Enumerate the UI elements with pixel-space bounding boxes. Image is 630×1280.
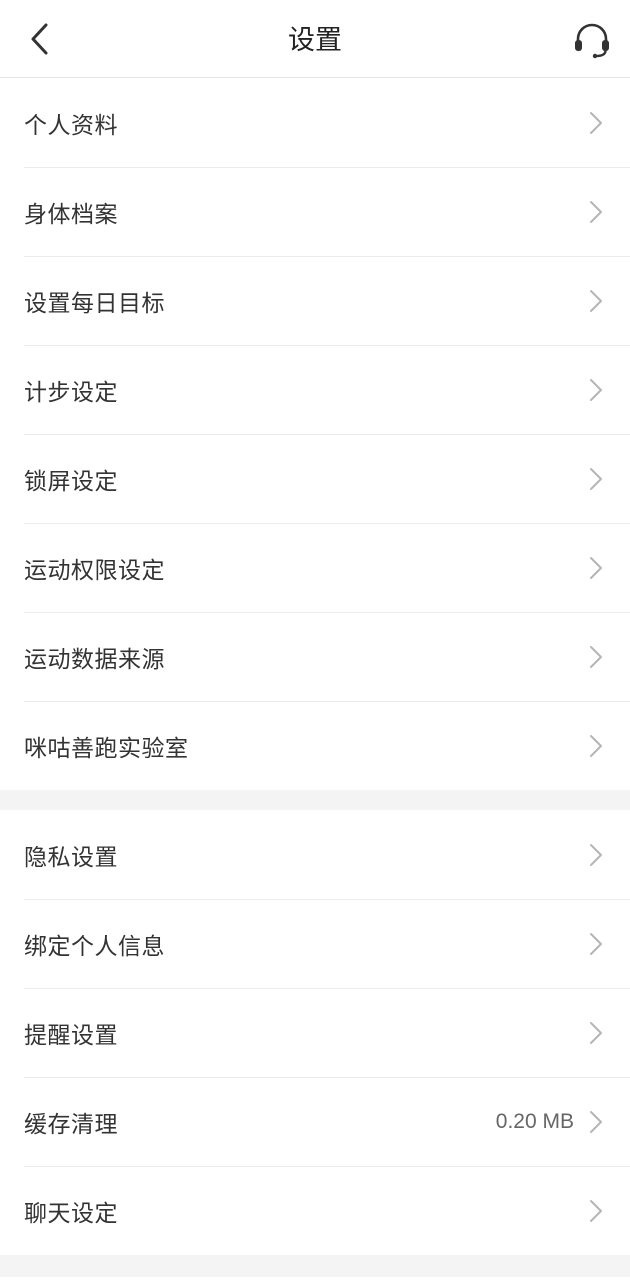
chevron-right-icon bbox=[588, 1109, 604, 1135]
settings-item-label: 聊天设定 bbox=[24, 1200, 118, 1227]
settings-item-label: 计步设定 bbox=[24, 379, 118, 406]
settings-group-general: 个人资料 身体档案 设置每日目标 计步设定 锁屏设定 运动权限设定 运动数据来源… bbox=[0, 78, 630, 790]
cache-size-value: 0.20 MB bbox=[495, 1109, 574, 1133]
settings-item-label: 运动权限设定 bbox=[24, 557, 165, 584]
settings-item-clear-cache[interactable]: 缓存清理 0.20 MB bbox=[24, 1077, 630, 1166]
top-navigation-bar: 设置 bbox=[0, 0, 630, 78]
settings-item-lock-screen[interactable]: 锁屏设定 bbox=[24, 434, 630, 523]
settings-item-chat[interactable]: 聊天设定 bbox=[24, 1166, 630, 1255]
section-divider bbox=[0, 1255, 630, 1277]
settings-item-label: 咪咕善跑实验室 bbox=[24, 735, 189, 762]
chevron-right-icon bbox=[588, 1020, 604, 1046]
settings-item-label: 绑定个人信息 bbox=[24, 933, 165, 960]
settings-item-lab[interactable]: 咪咕善跑实验室 bbox=[24, 701, 630, 790]
headset-icon bbox=[575, 23, 609, 59]
settings-item-label: 个人资料 bbox=[24, 112, 118, 139]
settings-item-label: 缓存清理 bbox=[24, 1111, 118, 1138]
settings-item-label: 身体档案 bbox=[24, 201, 118, 228]
chevron-right-icon bbox=[588, 199, 604, 225]
chevron-right-icon bbox=[588, 644, 604, 670]
chevron-right-icon bbox=[588, 842, 604, 868]
chevron-right-icon bbox=[588, 555, 604, 581]
section-divider bbox=[0, 790, 630, 810]
settings-item-data-source[interactable]: 运动数据来源 bbox=[24, 612, 630, 701]
settings-item-reminders[interactable]: 提醒设置 bbox=[24, 988, 630, 1077]
settings-item-exercise-permissions[interactable]: 运动权限设定 bbox=[24, 523, 630, 612]
chevron-right-icon bbox=[588, 288, 604, 314]
settings-item-label: 设置每日目标 bbox=[24, 290, 165, 317]
chevron-right-icon bbox=[588, 466, 604, 492]
chevron-right-icon bbox=[588, 377, 604, 403]
settings-item-label: 提醒设置 bbox=[24, 1022, 118, 1049]
customer-service-button[interactable] bbox=[570, 19, 614, 61]
settings-item-bind-info[interactable]: 绑定个人信息 bbox=[24, 899, 630, 988]
settings-item-body-records[interactable]: 身体档案 bbox=[24, 167, 630, 256]
chevron-right-icon bbox=[588, 931, 604, 957]
settings-item-label: 隐私设置 bbox=[24, 844, 118, 871]
chevron-right-icon bbox=[588, 1198, 604, 1224]
chevron-right-icon bbox=[588, 733, 604, 759]
settings-item-label: 锁屏设定 bbox=[24, 468, 118, 495]
settings-item-privacy[interactable]: 隐私设置 bbox=[24, 810, 630, 899]
settings-item-label: 运动数据来源 bbox=[24, 646, 165, 673]
settings-item-daily-goal[interactable]: 设置每日目标 bbox=[24, 256, 630, 345]
settings-item-step-counter[interactable]: 计步设定 bbox=[24, 345, 630, 434]
settings-item-profile[interactable]: 个人资料 bbox=[24, 78, 630, 167]
chevron-right-icon bbox=[588, 110, 604, 136]
settings-group-account: 隐私设置 绑定个人信息 提醒设置 缓存清理 0.20 MB 聊天设定 bbox=[0, 810, 630, 1255]
page-title: 设置 bbox=[288, 25, 342, 56]
